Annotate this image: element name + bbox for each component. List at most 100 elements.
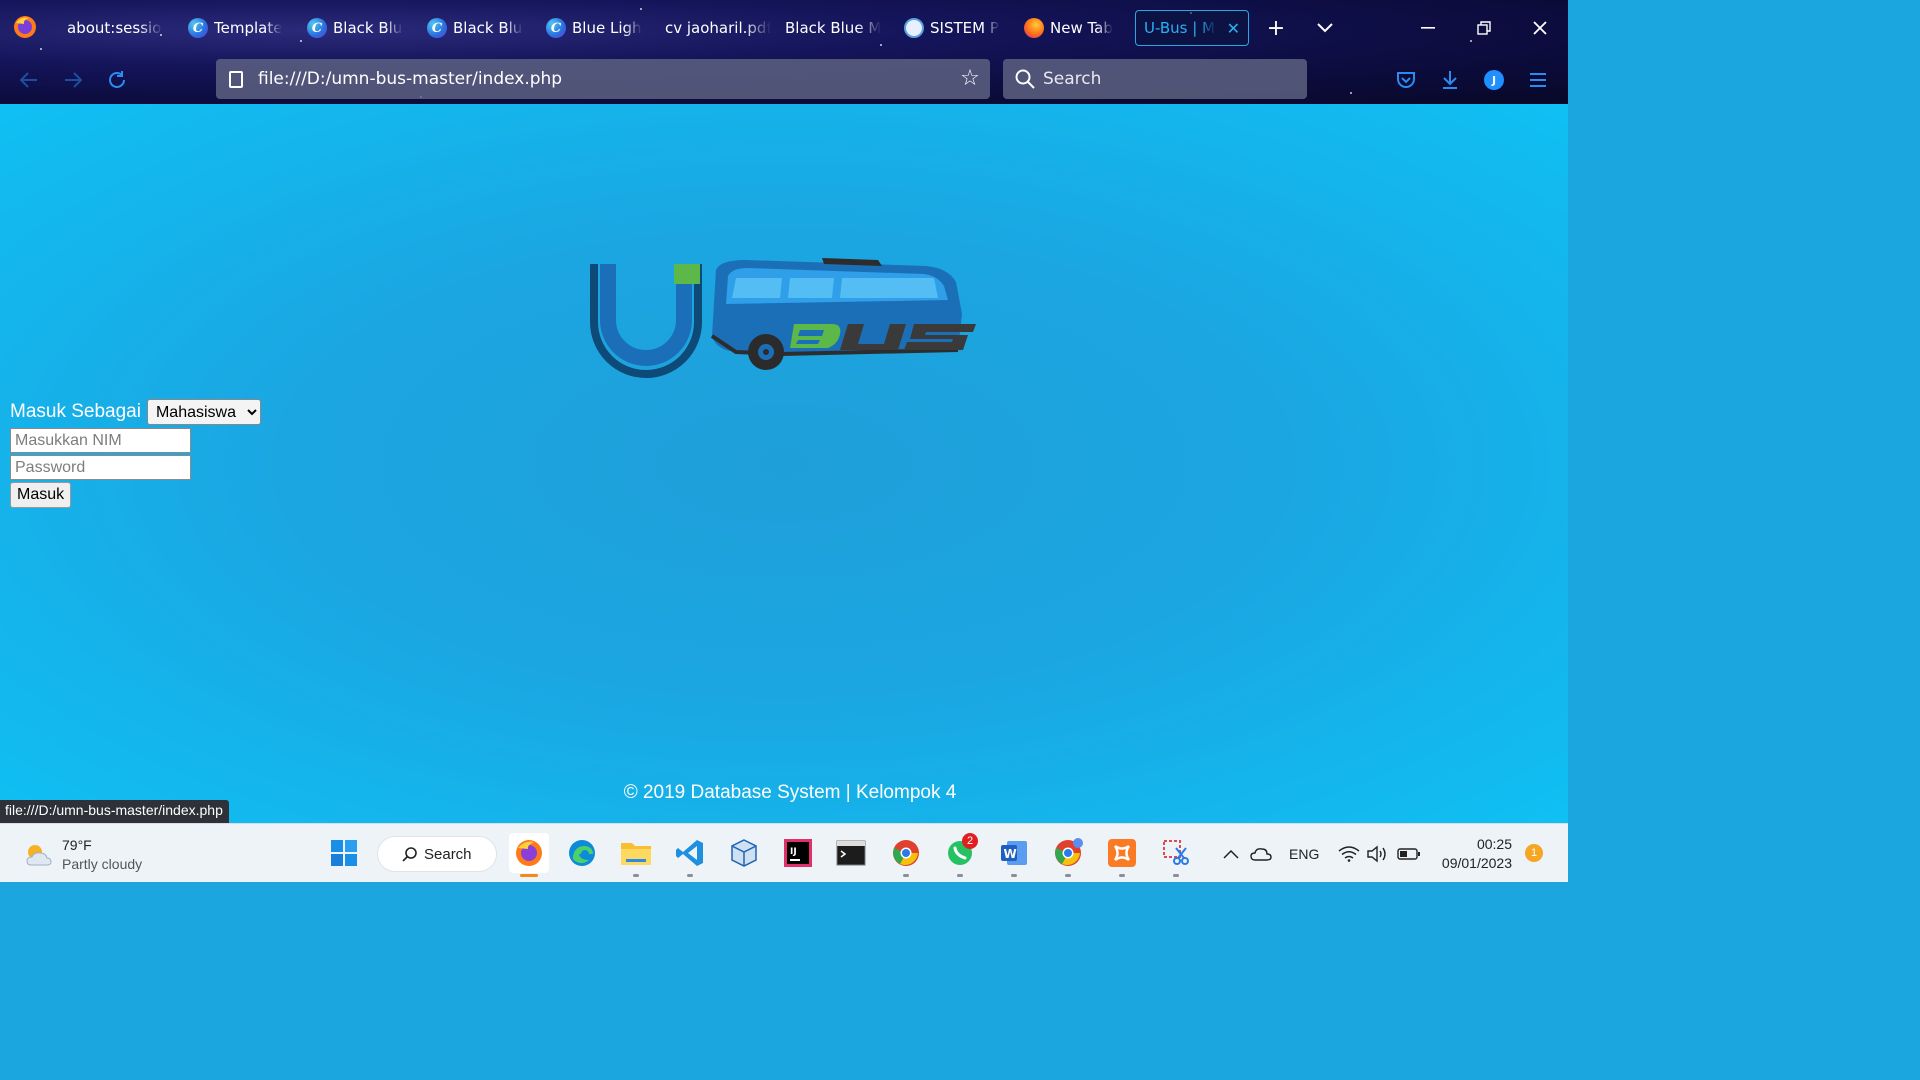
- tab-blue-light[interactable]: C Blue Light: [542, 10, 642, 46]
- tab-black-blue-1[interactable]: C Black Blue: [303, 10, 403, 46]
- whatsapp-unread-badge: 2: [962, 833, 978, 849]
- hamburger-menu-icon[interactable]: [1524, 66, 1552, 94]
- running-indicator: [957, 874, 963, 877]
- running-indicator: [1065, 874, 1071, 877]
- search-placeholder: Search: [1043, 69, 1102, 89]
- reload-icon[interactable]: [103, 66, 131, 94]
- running-indicator: [1011, 874, 1017, 877]
- new-tab-icon[interactable]: +: [1262, 14, 1290, 42]
- url-text[interactable]: file:///D:/umn-bus-master/index.php: [258, 69, 562, 89]
- firefox-menu-icon[interactable]: [12, 14, 38, 40]
- weather-desc: Partly cloudy: [62, 856, 143, 872]
- wifi-icon[interactable]: [1338, 824, 1360, 883]
- page-content: Masuk Sebagai Mahasiswa Masuk © 2019 Dat…: [0, 104, 1568, 823]
- pocket-icon[interactable]: [1392, 66, 1420, 94]
- running-indicator: [903, 874, 909, 877]
- weather-temp: 79°F: [62, 837, 92, 853]
- tab-ubus-active[interactable]: U-Bus | Ma ✕: [1135, 10, 1249, 46]
- notification-badge[interactable]: 1: [1525, 844, 1543, 862]
- browser-chrome: about:sessionr C Template C Black Blue C…: [0, 0, 1568, 104]
- tab-cv-pdf[interactable]: cv jaoharil.pdf: [661, 10, 771, 46]
- battery-icon[interactable]: [1397, 824, 1421, 883]
- chrome-icon[interactable]: [888, 835, 924, 871]
- firefox-icon: [1024, 18, 1044, 38]
- svg-text:W: W: [1004, 847, 1017, 861]
- login-as-label: Masuk Sebagai: [10, 401, 141, 422]
- tab-black-blue-mo[interactable]: Black Blue Mo: [781, 10, 881, 46]
- tab-label: Black Blue: [453, 19, 523, 37]
- terminal-icon[interactable]: [833, 835, 869, 871]
- active-indicator: [520, 874, 538, 877]
- snipping-tool-icon[interactable]: [1158, 835, 1194, 871]
- tab-label: about:sessionr: [67, 19, 163, 37]
- tab-sessionrestore[interactable]: about:sessionr: [63, 10, 163, 46]
- tab-label: SISTEM PE: [930, 19, 1000, 37]
- tab-sistem[interactable]: SISTEM PE: [900, 10, 1000, 46]
- tab-label: New Tab: [1050, 19, 1113, 37]
- clock[interactable]: 00:25 09/01/2023: [1432, 835, 1512, 873]
- tab-template[interactable]: C Template: [184, 10, 284, 46]
- file-explorer-icon[interactable]: [618, 835, 654, 871]
- minimize-icon[interactable]: [1414, 14, 1442, 42]
- bookmark-star-icon[interactable]: ☆: [958, 66, 982, 91]
- tab-label: Black Blue Mo: [785, 19, 881, 37]
- partly-cloudy-icon: [26, 845, 52, 866]
- taskbar-search[interactable]: Search: [377, 836, 497, 872]
- onedrive-icon[interactable]: [1250, 824, 1272, 883]
- role-select[interactable]: Mahasiswa: [146, 399, 261, 425]
- running-indicator: [633, 874, 639, 877]
- search-icon: [402, 847, 417, 862]
- role-row: Masuk Sebagai Mahasiswa: [10, 398, 261, 426]
- search-icon: [1015, 69, 1035, 89]
- tab-bar: about:sessionr C Template C Black Blue C…: [0, 0, 1568, 56]
- running-indicator: [687, 874, 693, 877]
- vscode-icon[interactable]: [672, 835, 708, 871]
- edge-icon[interactable]: [564, 835, 600, 871]
- browser-search-bar[interactable]: Search: [1003, 59, 1307, 99]
- tab-label: Blue Light: [572, 19, 642, 37]
- restore-icon[interactable]: [1470, 14, 1498, 42]
- site-icon: [904, 18, 924, 38]
- status-url-tooltip: file:///D:/umn-bus-master/index.php: [0, 800, 229, 823]
- chevron-down-icon[interactable]: [1311, 14, 1339, 42]
- chrome-icon[interactable]: [1050, 835, 1086, 871]
- account-initial: J: [1484, 70, 1504, 90]
- clock-time: 00:25: [1476, 836, 1512, 852]
- show-hidden-icons[interactable]: [1222, 824, 1240, 883]
- whatsapp-icon[interactable]: 2: [942, 833, 978, 871]
- ubus-logo: [590, 258, 976, 378]
- tab-label: cv jaoharil.pdf: [665, 19, 771, 37]
- nim-input[interactable]: [10, 428, 191, 453]
- clock-date: 09/01/2023: [1441, 855, 1512, 871]
- account-avatar[interactable]: J: [1480, 66, 1508, 94]
- weather-widget[interactable]: 79°F Partly cloudy: [22, 836, 142, 874]
- close-window-icon[interactable]: [1526, 14, 1554, 42]
- windows-start-icon[interactable]: [326, 835, 362, 871]
- forward-icon[interactable]: [59, 66, 87, 94]
- taskbar-search-label: Search: [424, 845, 472, 863]
- firefox-icon[interactable]: [509, 833, 549, 873]
- close-tab-icon[interactable]: ✕: [1227, 19, 1240, 38]
- intellij-icon[interactable]: IJ: [780, 835, 816, 871]
- canva-icon: C: [188, 18, 208, 38]
- url-bar[interactable]: file:///D:/umn-bus-master/index.php ☆: [216, 59, 990, 99]
- page-icon: [229, 70, 243, 88]
- password-input[interactable]: [10, 455, 191, 480]
- tab-label: Black Blue: [333, 19, 403, 37]
- taskbar: 79°F Partly cloudy Search IJ 2 W ENG 00:…: [0, 823, 1568, 882]
- canva-icon: C: [546, 18, 566, 38]
- tab-label: U-Bus | Ma: [1144, 19, 1217, 37]
- download-icon[interactable]: [1436, 66, 1464, 94]
- login-form: Masuk Sebagai Mahasiswa Masuk: [10, 398, 261, 508]
- virtualbox-icon[interactable]: [726, 835, 762, 871]
- back-icon[interactable]: [15, 66, 43, 94]
- word-icon[interactable]: W: [996, 835, 1032, 871]
- login-button[interactable]: Masuk: [10, 482, 72, 508]
- xampp-icon[interactable]: [1104, 835, 1140, 871]
- volume-icon[interactable]: [1366, 824, 1388, 883]
- tab-new-tab[interactable]: New Tab: [1020, 10, 1120, 46]
- nav-bar: file:///D:/umn-bus-master/index.php ☆ Se…: [0, 56, 1568, 104]
- language-indicator[interactable]: ENG: [1289, 824, 1319, 883]
- tab-black-blue-2[interactable]: C Black Blue: [423, 10, 523, 46]
- tab-label: Template: [214, 19, 283, 37]
